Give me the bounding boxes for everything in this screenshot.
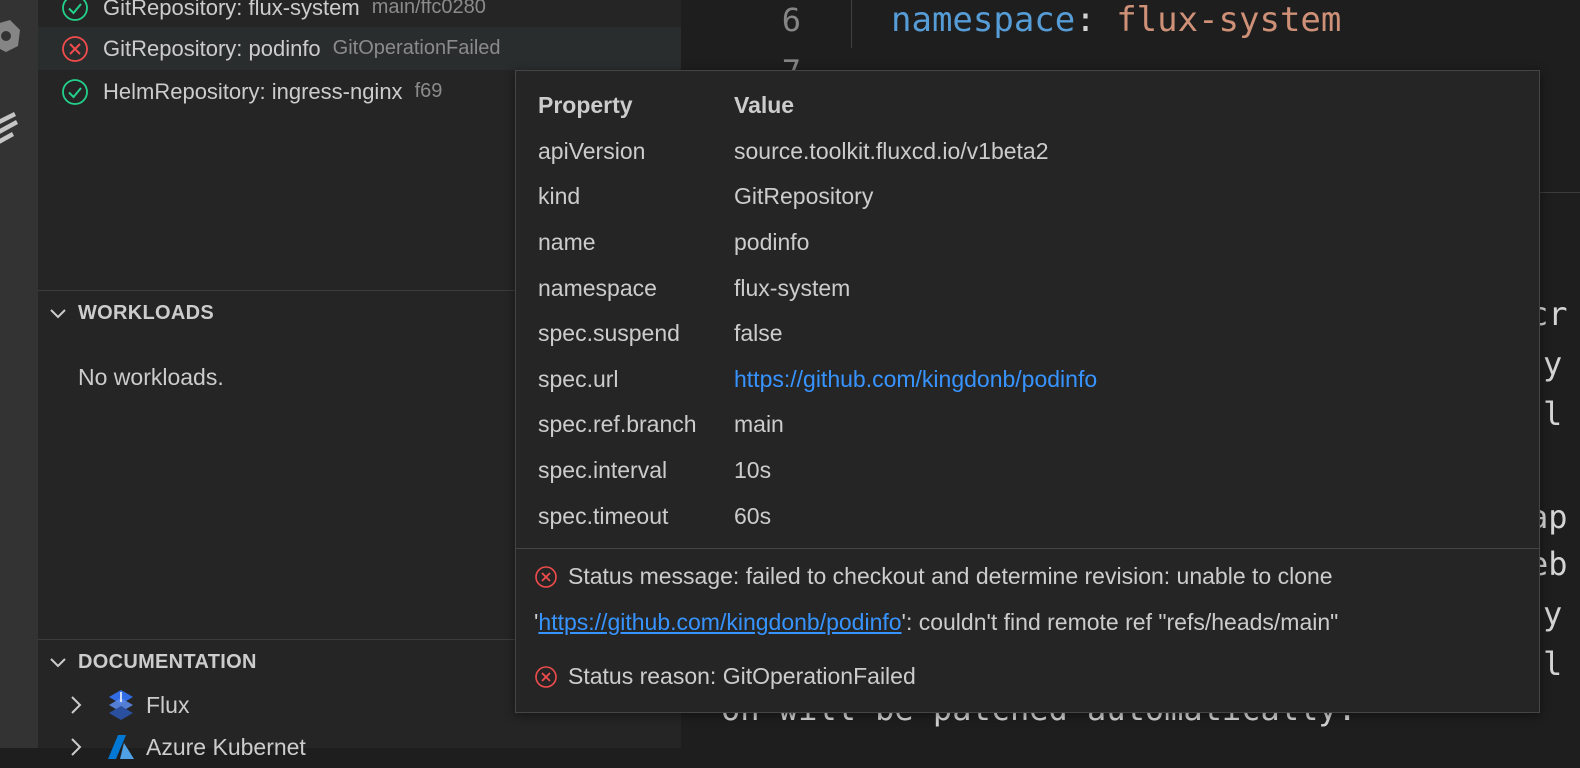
status-message-suffix: ': couldn't find remote ref "refs/heads/… (901, 609, 1339, 635)
activity-bar (0, 0, 38, 748)
value-cell: flux-system (734, 274, 851, 301)
chevron-right-icon (71, 738, 82, 756)
value-header: Value (734, 92, 795, 119)
azure-logo-icon (108, 735, 134, 759)
property-cell: name (538, 229, 596, 256)
status-reason-text: Status reason: GitOperationFailed (568, 663, 916, 689)
source-label: GitRepository: flux-system (103, 0, 360, 20)
success-check-icon (62, 0, 88, 21)
yaml-separator: : (1075, 0, 1096, 40)
source-label: HelmRepository: ingress-nginx (103, 78, 403, 104)
doc-item-label: Azure Kubernet (146, 733, 306, 760)
table-row: spec.suspend false (538, 311, 1097, 357)
property-table: Property Value apiVersion source.toolkit… (538, 83, 1097, 539)
status-message-link[interactable]: https://github.com/kingdonb/podinfo (538, 609, 901, 636)
property-cell: namespace (538, 274, 657, 301)
workloads-title: WORKLOADS (78, 301, 215, 324)
property-cell: spec.timeout (538, 502, 669, 529)
flux-logo-icon (109, 690, 133, 720)
doc-item-azure[interactable]: Azure Kubernet (38, 726, 681, 768)
error-circle-icon (535, 565, 557, 588)
code-fragment: l (1543, 645, 1563, 683)
table-row: spec.timeout 60s (538, 493, 1097, 539)
chevron-down-icon (50, 309, 66, 319)
spec-url-link[interactable]: https://github.com/kingdonb/podinfo (734, 366, 1097, 392)
table-row: kind GitRepository (538, 174, 1097, 220)
error-circle-icon (535, 665, 557, 688)
status-message: Status message: failed to checkout and d… (534, 563, 1333, 590)
table-row: spec.ref.branch main (538, 402, 1097, 448)
hover-divider (516, 548, 1539, 549)
code-line[interactable]: namespace: flux-system (891, 0, 1341, 40)
line-number: 6 (781, 1, 801, 39)
value-cell: false (734, 320, 783, 347)
code-fragment: y (1543, 345, 1563, 383)
table-row: namespace flux-system (538, 265, 1097, 311)
property-cell: apiVersion (538, 137, 646, 164)
code-fragment: y (1543, 595, 1563, 633)
source-label: GitRepository: podinfo (103, 35, 321, 61)
source-item-flux-system[interactable]: GitRepository: flux-system main/ffc0280 (38, 0, 681, 29)
value-cell: main (734, 411, 784, 438)
resource-hover-tooltip: Property Value apiVersion source.toolkit… (515, 70, 1540, 713)
workloads-empty-message: No workloads. (78, 364, 224, 390)
property-cell: spec.url (538, 365, 619, 392)
kubernetes-icon[interactable] (0, 20, 20, 64)
value-cell: podinfo (734, 229, 810, 256)
gitops-icon[interactable] (0, 110, 20, 154)
source-description: main/ffc0280 (371, 0, 486, 18)
code-fragment: l (1543, 395, 1563, 433)
value-cell: GitRepository (734, 183, 874, 210)
value-cell: source.toolkit.fluxcd.io/v1beta2 (734, 137, 1049, 164)
property-header: Property (538, 92, 633, 119)
value-cell: 10s (734, 457, 772, 484)
status-reason: Status reason: GitOperationFailed (534, 663, 916, 690)
source-description: f69 (414, 80, 443, 102)
table-row: apiVersion source.toolkit.fluxcd.io/v1be… (538, 129, 1097, 175)
doc-item-label: Flux (146, 691, 190, 718)
property-cell: kind (538, 183, 581, 210)
chevron-right-icon (71, 696, 82, 714)
indent-guide (851, 0, 852, 48)
table-row: name podinfo (538, 220, 1097, 266)
status-message-continuation: ' https://github.com/kingdonb/podinfo ': c… (534, 609, 1338, 636)
property-cell: spec.interval (538, 457, 668, 484)
source-description: GitOperationFailed (332, 37, 501, 59)
success-check-icon (62, 78, 88, 105)
panel-edge (1536, 192, 1580, 193)
table-row: spec.interval 10s (538, 448, 1097, 494)
value-cell: https://github.com/kingdonb/podinfo (734, 357, 1097, 403)
table-row: spec.url https://github.com/kingdonb/pod… (538, 357, 1097, 403)
source-item-podinfo[interactable]: GitRepository: podinfo GitOperationFaile… (38, 27, 681, 70)
property-cell: spec.suspend (538, 320, 680, 347)
yaml-value: flux-system (1116, 0, 1342, 40)
table-header-row: Property Value (538, 83, 1097, 129)
status-message-text: Status message: failed to checkout and d… (568, 563, 1333, 589)
chevron-down-icon (50, 658, 66, 668)
yaml-key: namespace (891, 0, 1076, 40)
property-cell: spec.ref.branch (538, 411, 697, 438)
error-circle-icon (62, 35, 88, 62)
documentation-title: DOCUMENTATION (78, 650, 257, 673)
value-cell: 60s (734, 502, 772, 529)
